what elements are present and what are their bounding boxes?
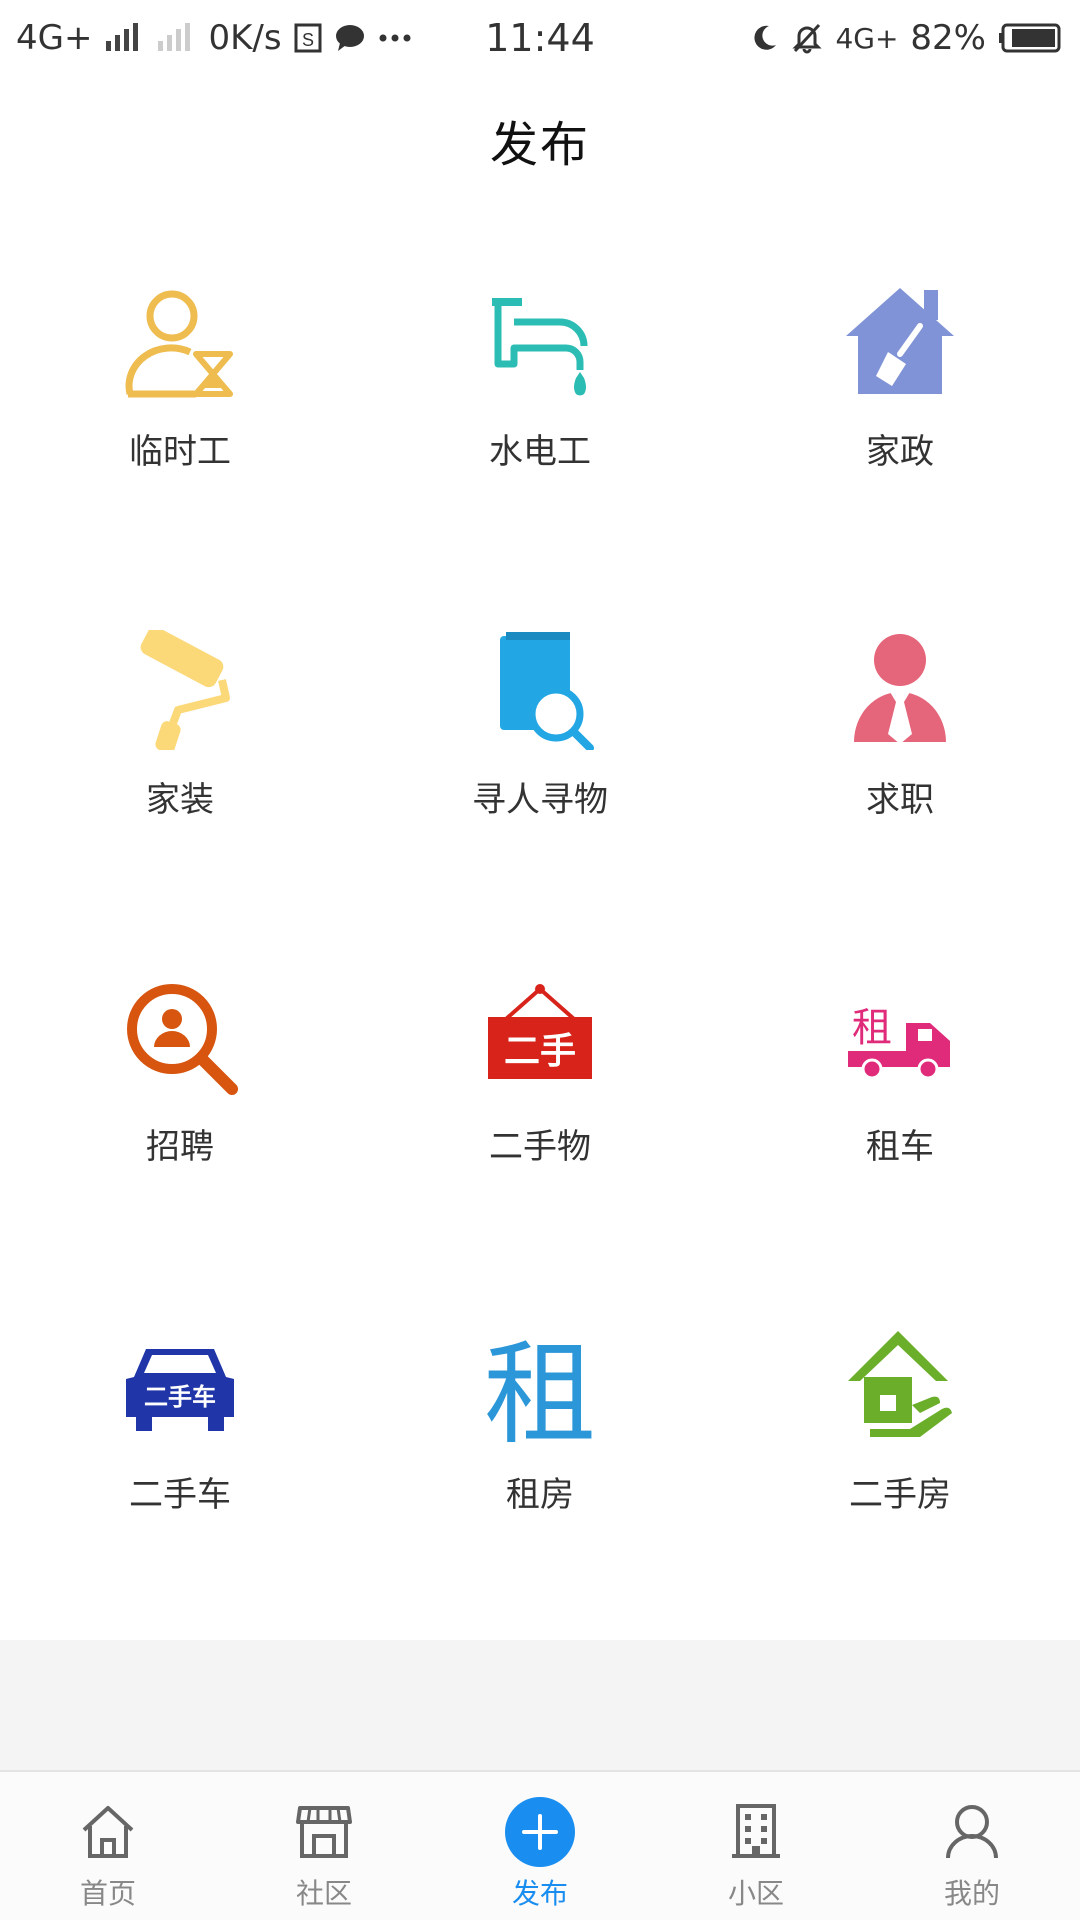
grid-item-lost-found[interactable]: 寻人寻物 (360, 598, 720, 946)
network-speed: 0K/s (208, 18, 282, 58)
chat-bubble-icon (334, 23, 366, 53)
s-app-icon: S (294, 23, 322, 53)
grid-item-label: 临时工 (129, 432, 231, 472)
home-icon (72, 1796, 144, 1868)
screen: 4G+ 0K/s S 11:44 4G+ 82% 发布 临时工 水电工 家政 家… (0, 0, 1080, 1920)
grid-item-secondhand-house[interactable]: 二手房 (720, 1293, 1080, 1641)
status-right: 4G+ 82% (749, 0, 1062, 76)
nav-item-neighborhood[interactable]: 小区 (648, 1772, 864, 1920)
grid-item-label: 家装 (146, 779, 214, 820)
store-icon (288, 1796, 360, 1868)
rent-truck-text: 租 (852, 1005, 892, 1051)
content-filler (0, 1640, 1080, 1770)
grid-item-secondhand-goods[interactable]: 二手 二手物 (360, 945, 720, 1293)
nav-label: 发布 (511, 1877, 568, 1910)
page-title: 发布 (489, 117, 590, 173)
grid-item-recruit[interactable]: 招聘 (0, 945, 360, 1293)
bottom-nav: 首页 社区 发布 小区 我的 (0, 1770, 1080, 1920)
house-broom-icon (836, 278, 964, 406)
recruit-search-icon (116, 973, 244, 1101)
status-left: 4G+ 0K/s S (16, 0, 412, 76)
nav-item-publish[interactable]: 发布 (432, 1772, 648, 1920)
status-bar: 4G+ 0K/s S 11:44 4G+ 82% (0, 0, 1080, 76)
nav-item-community[interactable]: 社区 (216, 1772, 432, 1920)
grid-item-temp-worker[interactable]: 临时工 (0, 250, 360, 598)
grid-item-job-seeking[interactable]: 求职 (720, 598, 1080, 946)
grid-item-label: 水电工 (489, 432, 591, 472)
person-icon (936, 1796, 1008, 1868)
rent-truck-icon: 租 (836, 973, 964, 1101)
more-dots-icon (378, 33, 412, 43)
nav-label: 首页 (79, 1877, 136, 1910)
plus-circle-icon (504, 1796, 576, 1868)
grid-item-decoration[interactable]: 家装 (0, 598, 360, 946)
secondhand-car-text: 二手车 (144, 1383, 216, 1411)
grid-item-plumber[interactable]: 水电工 (360, 250, 720, 598)
search-document-icon (476, 626, 604, 754)
grid-item-label: 二手房 (849, 1474, 951, 1515)
battery-percent: 82% (910, 18, 986, 58)
grid-item-label: 寻人寻物 (472, 779, 608, 820)
grid-item-housekeeping[interactable]: 家政 (720, 250, 1080, 598)
grid-item-label: 招聘 (146, 1127, 214, 1167)
signal-icon (104, 23, 144, 53)
svg-text:S: S (302, 30, 314, 50)
nav-label: 小区 (727, 1877, 784, 1910)
network-type-2: 4G+ (835, 21, 899, 55)
grid-item-label: 家政 (866, 432, 934, 472)
rent-house-glyph-icon: 租 (476, 1321, 604, 1449)
secondhand-sign-icon: 二手 (476, 973, 604, 1101)
building-icon (720, 1796, 792, 1868)
nav-label: 我的 (943, 1877, 1000, 1910)
signal-weak-icon (156, 23, 196, 53)
paint-roller-icon (116, 626, 244, 754)
grid-item-label: 租房 (506, 1474, 574, 1515)
grid-item-label: 二手物 (489, 1127, 591, 1167)
nav-item-mine[interactable]: 我的 (864, 1772, 1080, 1920)
grid-item-label: 二手车 (129, 1474, 231, 1515)
faucet-icon (476, 278, 604, 406)
battery-icon (998, 23, 1062, 53)
grid-item-rent-house[interactable]: 租 租房 (360, 1293, 720, 1641)
moon-icon (749, 23, 779, 53)
grid-item-secondhand-car[interactable]: 二手车 二手车 (0, 1293, 360, 1641)
temp-worker-icon (116, 278, 244, 406)
secondhand-house-icon (836, 1321, 964, 1449)
rent-house-text: 租 (484, 1330, 596, 1445)
secondhand-sign-text: 二手 (504, 1031, 576, 1072)
publish-grid: 临时工 水电工 家政 家装 寻人寻物 求职 招聘 二手 二手物 租 租车 二手车… (0, 250, 1080, 1640)
nav-label: 社区 (295, 1877, 352, 1910)
grid-item-label: 租车 (866, 1127, 934, 1167)
secondhand-car-icon: 二手车 (116, 1321, 244, 1449)
job-seeker-icon (836, 626, 964, 754)
mute-bell-icon (791, 22, 823, 54)
nav-item-home[interactable]: 首页 (0, 1772, 216, 1920)
grid-item-label: 求职 (866, 779, 934, 820)
grid-item-rent-car[interactable]: 租 租车 (720, 945, 1080, 1293)
network-type: 4G+ (16, 18, 93, 58)
